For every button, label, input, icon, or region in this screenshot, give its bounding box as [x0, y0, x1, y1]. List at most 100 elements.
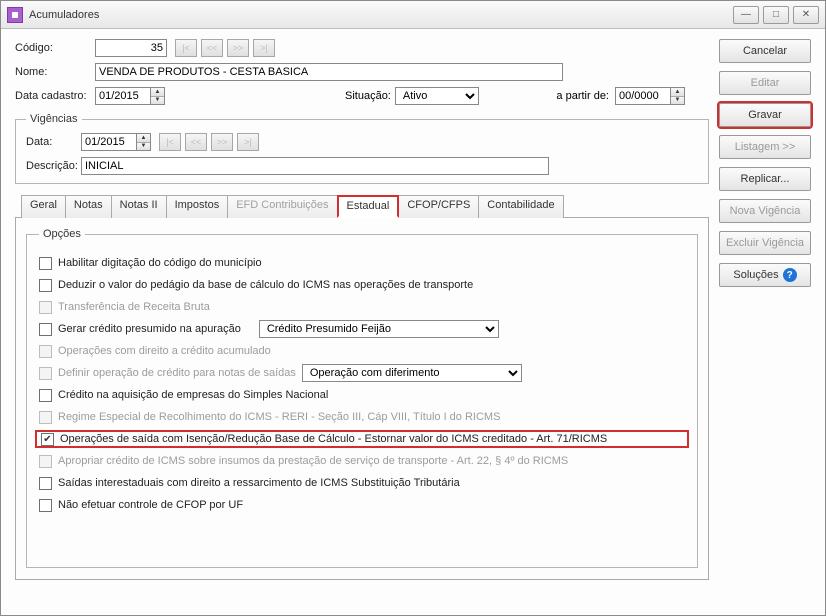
cancelar-button[interactable]: Cancelar [719, 39, 811, 63]
editar-button[interactable]: Editar [719, 71, 811, 95]
chk-regime-reri [39, 411, 52, 424]
record-nav: |< << >> >| [175, 39, 275, 57]
tabstrip: Geral Notas Notas II Impostos EFD Contri… [15, 194, 709, 218]
apartir-field: ▲▼ [615, 87, 685, 105]
nav-last-button[interactable]: >| [253, 39, 275, 57]
nav-next-button[interactable]: >> [227, 39, 249, 57]
chevron-up-icon: ▲ [151, 88, 164, 97]
vig-data-spinner[interactable]: ▲▼ [137, 133, 151, 151]
vig-nav-last[interactable]: >| [237, 133, 259, 151]
vig-nav: |< << >> >| [159, 133, 259, 151]
maximize-button[interactable]: □ [763, 6, 789, 24]
data-cadastro-spinner[interactable]: ▲▼ [151, 87, 165, 105]
lbl-regime-reri: Regime Especial de Recolhimento do ICMS … [58, 411, 500, 423]
content-area: Código: |< << >> >| Nome: Data cadastro:… [1, 29, 825, 615]
situacao-select[interactable]: Ativo [395, 87, 479, 105]
sel-operacao-diferimento[interactable]: Operação com diferimento [302, 364, 522, 382]
chk-operacoes-credito-acumulado [39, 345, 52, 358]
nav-prev-button[interactable]: << [201, 39, 223, 57]
lbl-deduzir-pedagio: Deduzir o valor do pedágio da base de cá… [58, 279, 473, 291]
listagem-button[interactable]: Listagem >> [719, 135, 811, 159]
lbl-transferencia-receita: Transferência de Receita Bruta [58, 301, 210, 313]
codigo-row: Código: |< << >> >| [15, 39, 709, 57]
chevron-up-icon: ▲ [137, 134, 150, 143]
gravar-button[interactable]: Gravar [719, 103, 811, 127]
chk-credito-simples[interactable] [39, 389, 52, 402]
chk-habilitar-municipio[interactable] [39, 257, 52, 270]
opt-operacoes-isencao: ✔ Operações de saída com Isenção/Redução… [35, 430, 689, 448]
tab-efd-contribuicoes[interactable]: EFD Contribuições [227, 195, 337, 218]
nome-input[interactable] [95, 63, 563, 81]
close-button[interactable]: ✕ [793, 6, 819, 24]
vig-data-input[interactable] [81, 133, 137, 151]
tab-cfop-cfps[interactable]: CFOP/CFPS [398, 195, 479, 218]
help-icon: ? [783, 268, 797, 282]
lbl-definir-operacao-credito: Definir operação de crédito para notas d… [58, 367, 296, 379]
codigo-label: Código: [15, 42, 95, 54]
solucoes-button[interactable]: Soluções ? [719, 263, 811, 287]
data-cadastro-label: Data cadastro: [15, 90, 95, 102]
vig-nav-first[interactable]: |< [159, 133, 181, 151]
lbl-habilitar-municipio: Habilitar digitação do código do municíp… [58, 257, 262, 269]
data-cadastro-input[interactable] [95, 87, 151, 105]
chevron-down-icon: ▼ [151, 97, 164, 105]
vig-desc-label: Descrição: [26, 160, 81, 172]
nova-vigencia-button[interactable]: Nova Vigência [719, 199, 811, 223]
vig-nav-next[interactable]: >> [211, 133, 233, 151]
vig-desc-input[interactable] [81, 157, 549, 175]
vig-desc-row: Descrição: [26, 157, 698, 175]
chk-transferencia-receita [39, 301, 52, 314]
tab-estadual[interactable]: Estadual [337, 195, 400, 218]
chk-saidas-interestaduais[interactable] [39, 477, 52, 490]
nome-label: Nome: [15, 66, 95, 78]
apartir-label: a partir de: [556, 90, 609, 102]
lbl-credito-simples: Crédito na aquisição de empresas do Simp… [58, 389, 328, 401]
opt-definir-operacao-credito: Definir operação de crédito para notas d… [39, 364, 685, 382]
app-window: Acumuladores — □ ✕ Código: |< << >> >| N… [0, 0, 826, 616]
chk-definir-operacao-credito [39, 367, 52, 380]
sel-credito-presumido[interactable]: Crédito Presumido Feijão [259, 320, 499, 338]
vigencias-fieldset: Vigências Data: ▲▼ |< << >> >| Descr [15, 113, 709, 184]
opcoes-legend: Opções [39, 228, 85, 240]
chk-deduzir-pedagio[interactable] [39, 279, 52, 292]
nav-first-button[interactable]: |< [175, 39, 197, 57]
chk-nao-efetuar-cfop[interactable] [39, 499, 52, 512]
vig-data-row: Data: ▲▼ |< << >> >| [26, 133, 698, 151]
chevron-down-icon: ▼ [137, 143, 150, 151]
tab-contabilidade[interactable]: Contabilidade [478, 195, 563, 218]
vig-data-label: Data: [26, 136, 81, 148]
window-controls: — □ ✕ [733, 6, 819, 24]
chk-gerar-credito[interactable] [39, 323, 52, 336]
vig-nav-prev[interactable]: << [185, 133, 207, 151]
tab-impostos[interactable]: Impostos [166, 195, 229, 218]
opt-transferencia-receita: Transferência de Receita Bruta [39, 298, 685, 316]
opt-habilitar-municipio: Habilitar digitação do código do municíp… [39, 254, 685, 272]
solucoes-label: Soluções [733, 269, 778, 281]
situacao-label: Situação: [345, 90, 391, 102]
excluir-vigencia-button[interactable]: Excluir Vigência [719, 231, 811, 255]
tab-panel-estadual: Opções Habilitar digitação do código do … [15, 218, 709, 580]
codigo-input[interactable] [95, 39, 167, 57]
opt-credito-simples: Crédito na aquisição de empresas do Simp… [39, 386, 685, 404]
chk-operacoes-isencao[interactable]: ✔ [41, 433, 54, 446]
lbl-gerar-credito: Gerar crédito presumido na apuração [58, 323, 241, 335]
chevron-up-icon: ▲ [671, 88, 684, 97]
nome-row: Nome: [15, 63, 709, 81]
opt-operacoes-credito-acumulado: Operações com direito a crédito acumulad… [39, 342, 685, 360]
apartir-spinner[interactable]: ▲▼ [671, 87, 685, 105]
apartir-group: a partir de: ▲▼ [556, 87, 685, 105]
replicar-button[interactable]: Replicar... [719, 167, 811, 191]
main-column: Código: |< << >> >| Nome: Data cadastro:… [15, 39, 709, 605]
lbl-operacoes-credito-acumulado: Operações com direito a crédito acumulad… [58, 345, 271, 357]
tab-notas-ii[interactable]: Notas II [111, 195, 167, 218]
lbl-nao-efetuar-cfop: Não efetuar controle de CFOP por UF [58, 499, 243, 511]
situacao-group: Situação: Ativo [345, 87, 479, 105]
tab-notas[interactable]: Notas [65, 195, 112, 218]
minimize-button[interactable]: — [733, 6, 759, 24]
apartir-input[interactable] [615, 87, 671, 105]
tab-geral[interactable]: Geral [21, 195, 66, 218]
window-title: Acumuladores [29, 9, 99, 21]
lbl-apropriar-credito: Apropriar crédito de ICMS sobre insumos … [58, 455, 568, 467]
vig-data-field: ▲▼ [81, 133, 151, 151]
opt-apropriar-credito: Apropriar crédito de ICMS sobre insumos … [39, 452, 685, 470]
